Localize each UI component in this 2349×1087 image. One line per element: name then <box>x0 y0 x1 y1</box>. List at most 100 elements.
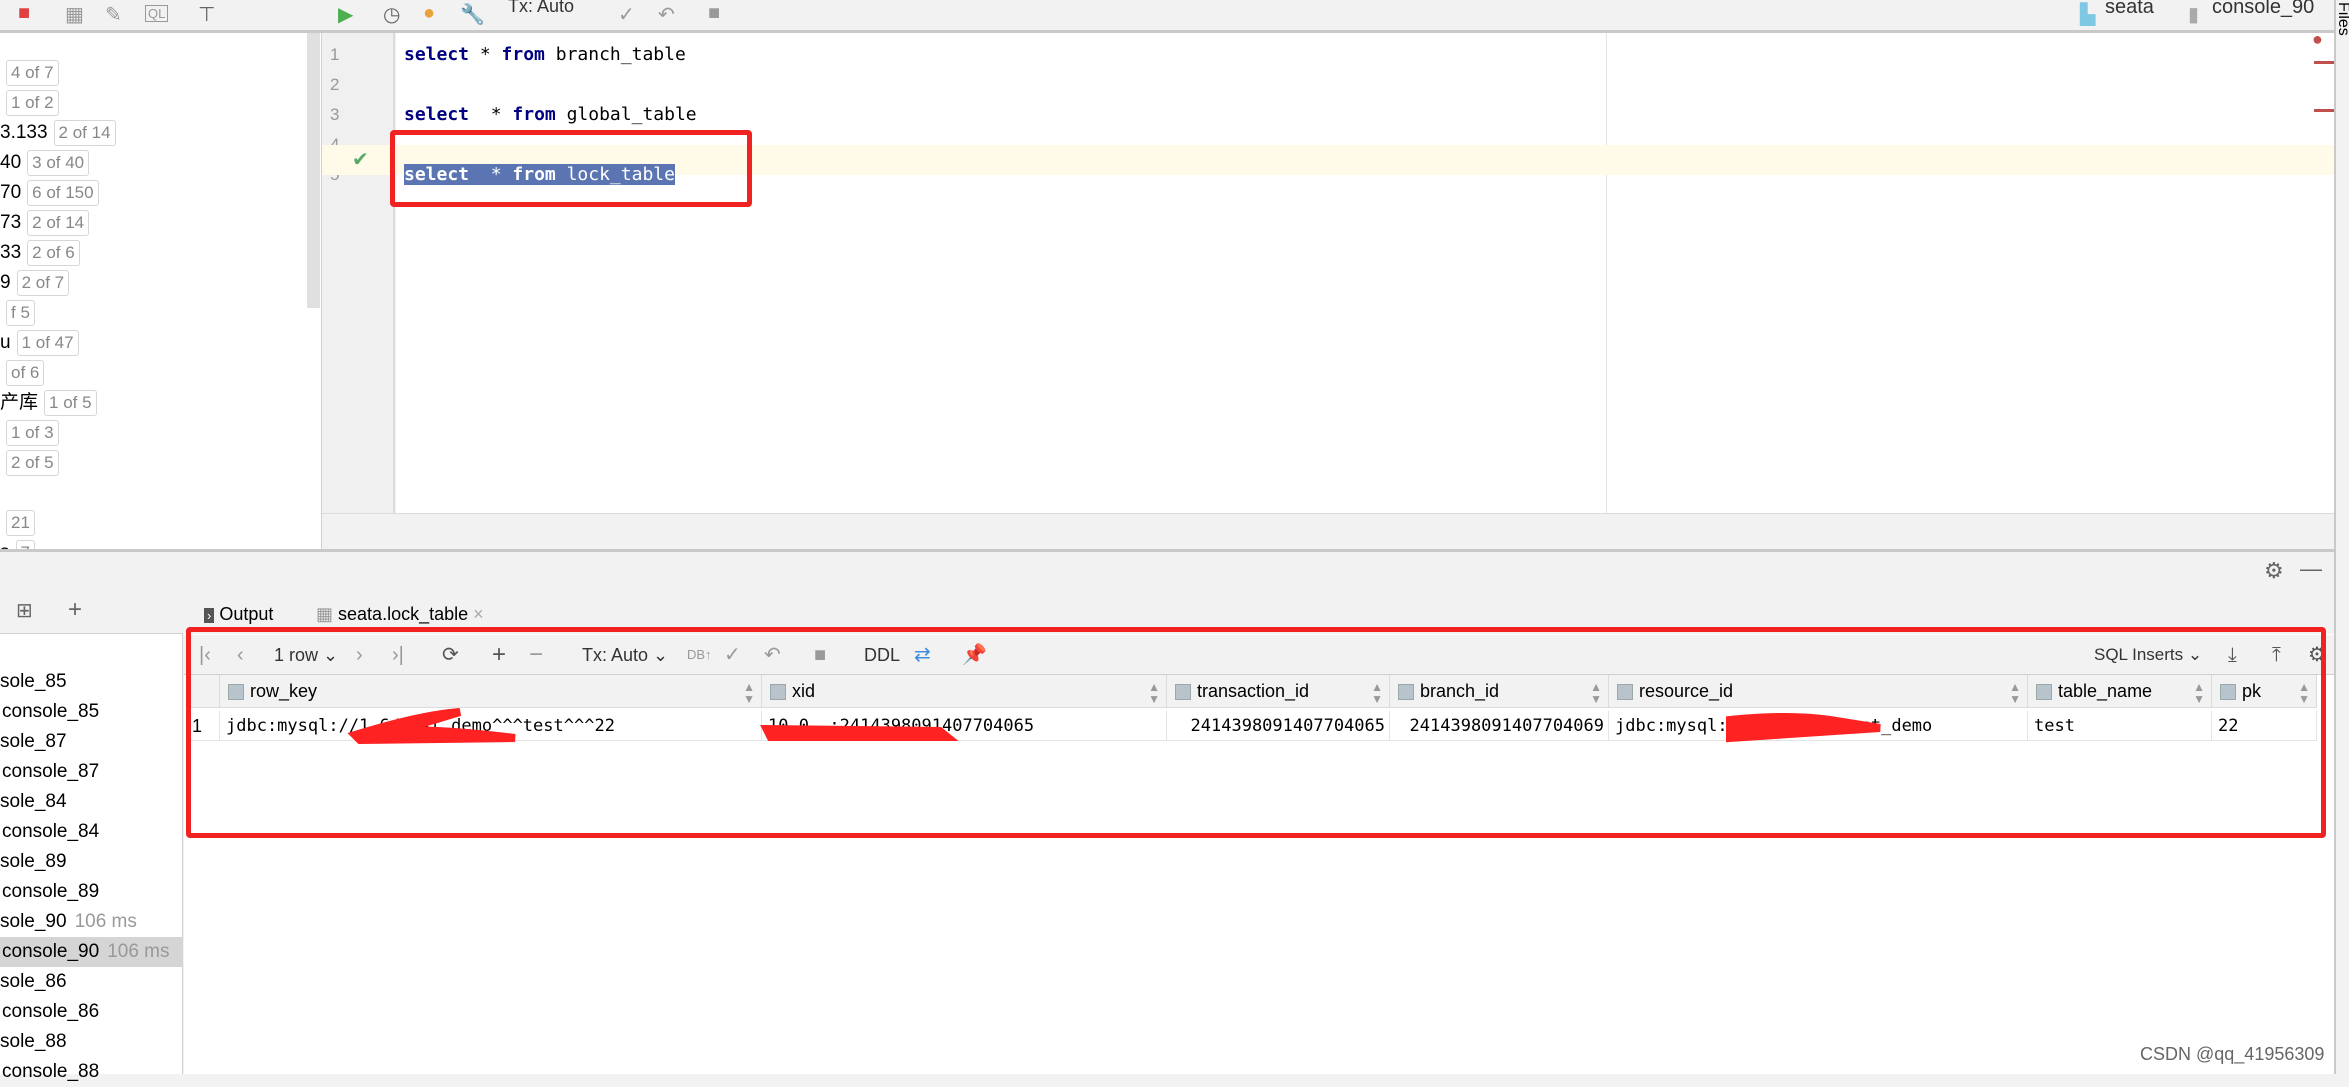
run-icon[interactable]: ▶ <box>338 2 353 27</box>
tree-item[interactable]: 21 <box>0 508 35 538</box>
schema-count-badge: 7 <box>15 540 35 549</box>
rollback-icon[interactable]: ↶ <box>658 2 675 27</box>
tree-item[interactable]: 70 6 of 150 <box>0 178 99 208</box>
error-icon[interactable]: ● <box>2312 29 2323 50</box>
schema-count-badge: 2 of 7 <box>16 270 70 296</box>
tree-item-label: 73 <box>0 212 22 233</box>
schema-count-badge: 2 of 14 <box>53 120 116 146</box>
services-toolbar: ⊞ + <box>0 592 183 634</box>
schema-count-badge: 21 <box>6 510 35 536</box>
schema-count-badge: 3 of 40 <box>27 150 90 176</box>
table-icon[interactable]: ▦ <box>65 2 84 27</box>
service-name: sole_89 <box>0 851 67 872</box>
schema-count-badge: 1 of 3 <box>6 420 59 446</box>
services-list: ⊞ + sole_85 console_85 sole_87 console_87so… <box>0 592 183 1082</box>
code-text: * <box>469 104 513 125</box>
service-name: console_87 <box>2 761 100 782</box>
edit-icon[interactable]: ✎ <box>105 2 122 27</box>
console-icon: › <box>204 608 215 623</box>
history-icon[interactable]: ◷ <box>383 2 400 27</box>
tree-item-label: 70 <box>0 182 22 203</box>
watermark: CSDN @qq_41956309 <box>2140 1044 2325 1064</box>
tree-item[interactable]: 2 of 5 <box>0 448 59 478</box>
tree-item[interactable]: 3.133 2 of 14 <box>0 118 116 148</box>
cancel-icon[interactable]: ■ <box>708 2 720 25</box>
tree-item[interactable]: f 5 <box>0 298 35 328</box>
add-group-icon[interactable]: ⊞ <box>16 598 33 623</box>
service-item-sole_84[interactable]: sole_84 <box>0 787 183 817</box>
settings-wrench-icon[interactable]: 🔧 <box>460 2 485 27</box>
keyword: from <box>512 104 556 125</box>
tree-item-label: 3.133 <box>0 122 48 143</box>
stop-icon[interactable]: ■ <box>18 2 30 25</box>
service-name: console_84 <box>2 821 100 842</box>
tree-item[interactable]: 产库 1 of 5 <box>0 388 97 418</box>
minimize-icon[interactable]: — <box>2300 556 2322 582</box>
commit-icon[interactable]: ✓ <box>618 2 635 27</box>
tree-item[interactable]: 1 of 3 <box>0 418 59 448</box>
service-item-console_89[interactable]: console_89 <box>0 877 183 907</box>
gear-icon[interactable]: ⚙ <box>2264 558 2284 584</box>
keyword: from <box>501 44 545 65</box>
service-item-console_84[interactable]: console_84 <box>0 817 183 847</box>
service-name: sole_88 <box>0 1031 67 1052</box>
datasource-icon: ▙ <box>2080 4 2096 26</box>
service-item-console_90[interactable]: console_90 106 ms <box>0 937 183 967</box>
console-select[interactable]: console_90 <box>2212 0 2314 19</box>
tree-item[interactable]: 33 2 of 6 <box>0 238 80 268</box>
error-stripe-mark[interactable] <box>2314 109 2334 112</box>
tab-lock-table[interactable]: ▦ seata.lock_table × <box>316 600 484 628</box>
tree-item-label: u <box>0 332 11 353</box>
service-item-sole_90[interactable]: sole_90 106 ms <box>0 907 183 937</box>
profile-icon[interactable]: ● <box>423 2 435 25</box>
error-stripe-mark[interactable] <box>2314 61 2334 64</box>
service-item-sole_89[interactable]: sole_89 <box>0 847 183 877</box>
datasource-select[interactable]: seata <box>2105 0 2154 19</box>
schema-count-badge: 2 of 6 <box>27 240 80 266</box>
service-name: console_86 <box>2 1001 100 1022</box>
annotation-box-results <box>186 627 2326 838</box>
tx-mode-select[interactable]: Tx: Auto <box>508 0 574 17</box>
service-item-console_87[interactable]: console_87 <box>0 757 183 787</box>
editor-status-area <box>322 513 2334 549</box>
tree-item-label: 产库 <box>0 392 39 413</box>
tree-item-label: 9 <box>0 272 11 293</box>
service-name: console_85 <box>2 701 100 722</box>
tree-item[interactable]: 1 of 2 <box>0 88 59 118</box>
line-number: 3 <box>330 105 340 124</box>
close-icon[interactable]: × <box>473 604 484 624</box>
schema-count-badge: 1 of 5 <box>44 390 97 416</box>
tree-item[interactable]: 92 of 7 <box>0 268 70 298</box>
service-item-sole_85[interactable]: sole_85 <box>0 667 183 697</box>
service-item-console_86[interactable]: console_86 <box>0 997 183 1027</box>
tree-item[interactable]: s7 <box>0 538 35 549</box>
service-name: sole_90 <box>0 911 67 932</box>
tab-output[interactable]: › Output <box>204 600 273 628</box>
service-name: sole_86 <box>0 971 67 992</box>
tree-item[interactable]: 73 2 of 14 <box>0 208 90 238</box>
service-name: console_89 <box>2 881 100 902</box>
service-name: sole_85 <box>0 671 67 692</box>
service-item-console_85[interactable]: console_85 <box>0 697 183 727</box>
tree-item[interactable]: 40 3 of 40 <box>0 148 90 178</box>
filter-icon[interactable]: ⊤ <box>198 2 215 27</box>
code-line-3: select * from global_table <box>404 100 697 130</box>
files-tab[interactable]: Files <box>2334 2 2349 36</box>
add-icon[interactable]: + <box>68 596 82 624</box>
tree-item-label: 33 <box>0 242 22 263</box>
code-lines: select * from branch_table select * from… <box>396 33 2296 513</box>
schema-count-badge: f 5 <box>6 300 35 326</box>
ql-icon[interactable]: QL <box>145 5 169 22</box>
tree-item[interactable]: 4 of 7 <box>0 58 59 88</box>
service-item-console_88[interactable]: console_88 <box>0 1057 183 1087</box>
tree-item[interactable]: u1 of 47 <box>0 328 79 358</box>
line-number: 1 <box>330 45 340 64</box>
service-item-sole_86[interactable]: sole_86 <box>0 967 183 997</box>
line-number: 2 <box>330 75 340 94</box>
service-item-sole_87[interactable]: sole_87 <box>0 727 183 757</box>
main-toolbar: ■ ▦ ✎ QL ⊤ ▶ ◷ ● 🔧 Tx: Auto ✓ ↶ ■ ▙ seat… <box>0 0 2334 33</box>
tree-scrollbar[interactable] <box>307 33 320 308</box>
service-item-sole_88[interactable]: sole_88 <box>0 1027 183 1057</box>
tree-item[interactable]: of 6 <box>0 358 45 388</box>
code-text: global_table <box>555 104 697 125</box>
